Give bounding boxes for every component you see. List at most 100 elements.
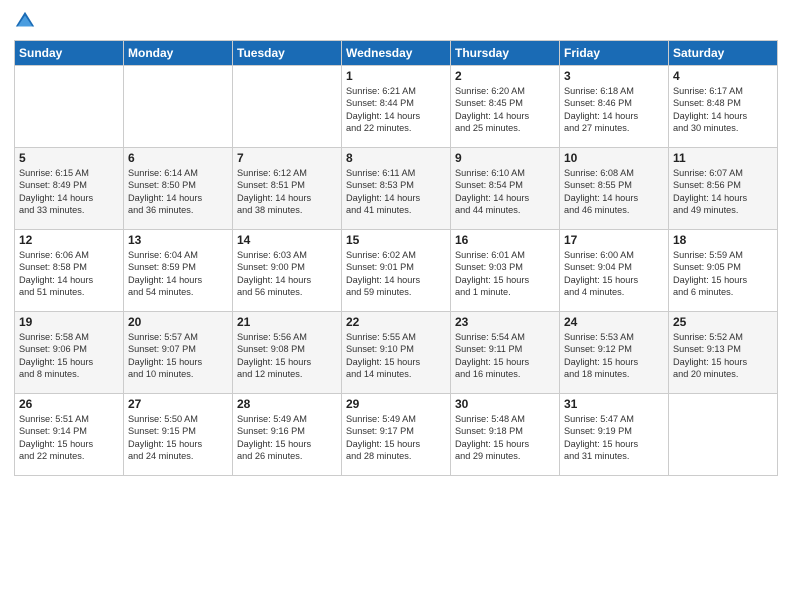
cell-info: Sunrise: 6:10 AM Sunset: 8:54 PM Dayligh… [455,167,555,217]
calendar-cell: 23 Sunrise: 5:54 AM Sunset: 9:11 PM Dayli… [451,312,560,394]
cell-info: Sunrise: 6:18 AM Sunset: 8:46 PM Dayligh… [564,85,664,135]
calendar-cell: 12 Sunrise: 6:06 AM Sunset: 8:58 PM Dayli… [15,230,124,312]
day-number: 6 [128,151,228,165]
calendar-cell: 21 Sunrise: 5:56 AM Sunset: 9:08 PM Dayli… [233,312,342,394]
day-header-saturday: Saturday [669,41,778,66]
cell-info: Sunrise: 6:06 AM Sunset: 8:58 PM Dayligh… [19,249,119,299]
calendar-cell: 20 Sunrise: 5:57 AM Sunset: 9:07 PM Dayli… [124,312,233,394]
cell-info: Sunrise: 5:58 AM Sunset: 9:06 PM Dayligh… [19,331,119,381]
cell-info: Sunrise: 6:17 AM Sunset: 8:48 PM Dayligh… [673,85,773,135]
day-number: 14 [237,233,337,247]
day-number: 29 [346,397,446,411]
cell-info: Sunrise: 5:49 AM Sunset: 9:16 PM Dayligh… [237,413,337,463]
calendar-cell: 30 Sunrise: 5:48 AM Sunset: 9:18 PM Dayli… [451,394,560,476]
cell-info: Sunrise: 5:55 AM Sunset: 9:10 PM Dayligh… [346,331,446,381]
calendar-cell: 26Sunrise: 5:51 AM Sunset: 9:14 PM Dayli… [15,394,124,476]
week-row-3: 12 Sunrise: 6:06 AM Sunset: 8:58 PM Dayli… [15,230,778,312]
calendar-cell [124,66,233,148]
calendar-cell: 17Sunrise: 6:00 AM Sunset: 9:04 PM Dayli… [560,230,669,312]
cell-info: Sunrise: 5:53 AM Sunset: 9:12 PM Dayligh… [564,331,664,381]
calendar-cell: 24 Sunrise: 5:53 AM Sunset: 9:12 PM Dayli… [560,312,669,394]
calendar-cell: 6 Sunrise: 6:14 AM Sunset: 8:50 PM Daylig… [124,148,233,230]
cell-info: Sunrise: 5:47 AM Sunset: 9:19 PM Dayligh… [564,413,664,463]
week-row-1: 1 Sunrise: 6:21 AM Sunset: 8:44 PM Daylig… [15,66,778,148]
day-number: 1 [346,69,446,83]
cell-info: Sunrise: 6:02 AM Sunset: 9:01 PM Dayligh… [346,249,446,299]
day-number: 23 [455,315,555,329]
cell-info: Sunrise: 5:52 AM Sunset: 9:13 PM Dayligh… [673,331,773,381]
cell-info: Sunrise: 5:59 AM Sunset: 9:05 PM Dayligh… [673,249,773,299]
cell-info: Sunrise: 6:07 AM Sunset: 8:56 PM Dayligh… [673,167,773,217]
day-number: 11 [673,151,773,165]
day-number: 20 [128,315,228,329]
day-header-monday: Monday [124,41,233,66]
calendar-cell [669,394,778,476]
day-header-friday: Friday [560,41,669,66]
cell-info: Sunrise: 6:12 AM Sunset: 8:51 PM Dayligh… [237,167,337,217]
calendar-cell: 3 Sunrise: 6:18 AM Sunset: 8:46 PM Daylig… [560,66,669,148]
cell-info: Sunrise: 6:14 AM Sunset: 8:50 PM Dayligh… [128,167,228,217]
calendar-cell: 1 Sunrise: 6:21 AM Sunset: 8:44 PM Daylig… [342,66,451,148]
day-number: 22 [346,315,446,329]
cell-info: Sunrise: 6:03 AM Sunset: 9:00 PM Dayligh… [237,249,337,299]
calendar-cell: 14 Sunrise: 6:03 AM Sunset: 9:00 PM Dayli… [233,230,342,312]
calendar-cell: 18Sunrise: 5:59 AM Sunset: 9:05 PM Dayli… [669,230,778,312]
day-number: 9 [455,151,555,165]
cell-info: Sunrise: 6:00 AM Sunset: 9:04 PM Dayligh… [564,249,664,299]
calendar-cell: 10Sunrise: 6:08 AM Sunset: 8:55 PM Dayli… [560,148,669,230]
day-number: 7 [237,151,337,165]
calendar-cell [15,66,124,148]
cell-info: Sunrise: 6:15 AM Sunset: 8:49 PM Dayligh… [19,167,119,217]
day-number: 31 [564,397,664,411]
week-row-2: 5Sunrise: 6:15 AM Sunset: 8:49 PM Daylig… [15,148,778,230]
day-header-tuesday: Tuesday [233,41,342,66]
cell-info: Sunrise: 5:54 AM Sunset: 9:11 PM Dayligh… [455,331,555,381]
calendar-cell: 11 Sunrise: 6:07 AM Sunset: 8:56 PM Dayli… [669,148,778,230]
day-number: 19 [19,315,119,329]
day-number: 28 [237,397,337,411]
calendar-cell: 2 Sunrise: 6:20 AM Sunset: 8:45 PM Daylig… [451,66,560,148]
calendar-cell: 19 Sunrise: 5:58 AM Sunset: 9:06 PM Dayli… [15,312,124,394]
day-number: 27 [128,397,228,411]
day-number: 30 [455,397,555,411]
calendar-table: SundayMondayTuesdayWednesdayThursdayFrid… [14,40,778,476]
day-number: 26 [19,397,119,411]
day-number: 12 [19,233,119,247]
logo [14,10,40,32]
calendar-cell: 13Sunrise: 6:04 AM Sunset: 8:59 PM Dayli… [124,230,233,312]
day-number: 16 [455,233,555,247]
calendar-cell: 16 Sunrise: 6:01 AM Sunset: 9:03 PM Dayli… [451,230,560,312]
cell-info: Sunrise: 5:48 AM Sunset: 9:18 PM Dayligh… [455,413,555,463]
day-number: 4 [673,69,773,83]
week-row-5: 26Sunrise: 5:51 AM Sunset: 9:14 PM Dayli… [15,394,778,476]
day-number: 2 [455,69,555,83]
day-header-wednesday: Wednesday [342,41,451,66]
page: SundayMondayTuesdayWednesdayThursdayFrid… [0,0,792,612]
calendar-cell: 9 Sunrise: 6:10 AM Sunset: 8:54 PM Daylig… [451,148,560,230]
calendar-cell: 5Sunrise: 6:15 AM Sunset: 8:49 PM Daylig… [15,148,124,230]
day-number: 21 [237,315,337,329]
calendar-cell: 15Sunrise: 6:02 AM Sunset: 9:01 PM Dayli… [342,230,451,312]
day-number: 25 [673,315,773,329]
day-number: 24 [564,315,664,329]
calendar-cell: 28 Sunrise: 5:49 AM Sunset: 9:16 PM Dayli… [233,394,342,476]
cell-info: Sunrise: 5:56 AM Sunset: 9:08 PM Dayligh… [237,331,337,381]
cell-info: Sunrise: 6:08 AM Sunset: 8:55 PM Dayligh… [564,167,664,217]
calendar-cell: 29Sunrise: 5:49 AM Sunset: 9:17 PM Dayli… [342,394,451,476]
week-row-4: 19 Sunrise: 5:58 AM Sunset: 9:06 PM Dayli… [15,312,778,394]
cell-info: Sunrise: 6:01 AM Sunset: 9:03 PM Dayligh… [455,249,555,299]
calendar-cell [233,66,342,148]
cell-info: Sunrise: 5:57 AM Sunset: 9:07 PM Dayligh… [128,331,228,381]
cell-info: Sunrise: 6:20 AM Sunset: 8:45 PM Dayligh… [455,85,555,135]
day-number: 3 [564,69,664,83]
days-header-row: SundayMondayTuesdayWednesdayThursdayFrid… [15,41,778,66]
cell-info: Sunrise: 6:21 AM Sunset: 8:44 PM Dayligh… [346,85,446,135]
day-header-sunday: Sunday [15,41,124,66]
calendar-cell: 4 Sunrise: 6:17 AM Sunset: 8:48 PM Daylig… [669,66,778,148]
calendar-cell: 25 Sunrise: 5:52 AM Sunset: 9:13 PM Dayli… [669,312,778,394]
header [14,10,778,32]
logo-icon [14,10,36,32]
cell-info: Sunrise: 5:50 AM Sunset: 9:15 PM Dayligh… [128,413,228,463]
calendar-cell: 31 Sunrise: 5:47 AM Sunset: 9:19 PM Dayli… [560,394,669,476]
cell-info: Sunrise: 6:11 AM Sunset: 8:53 PM Dayligh… [346,167,446,217]
